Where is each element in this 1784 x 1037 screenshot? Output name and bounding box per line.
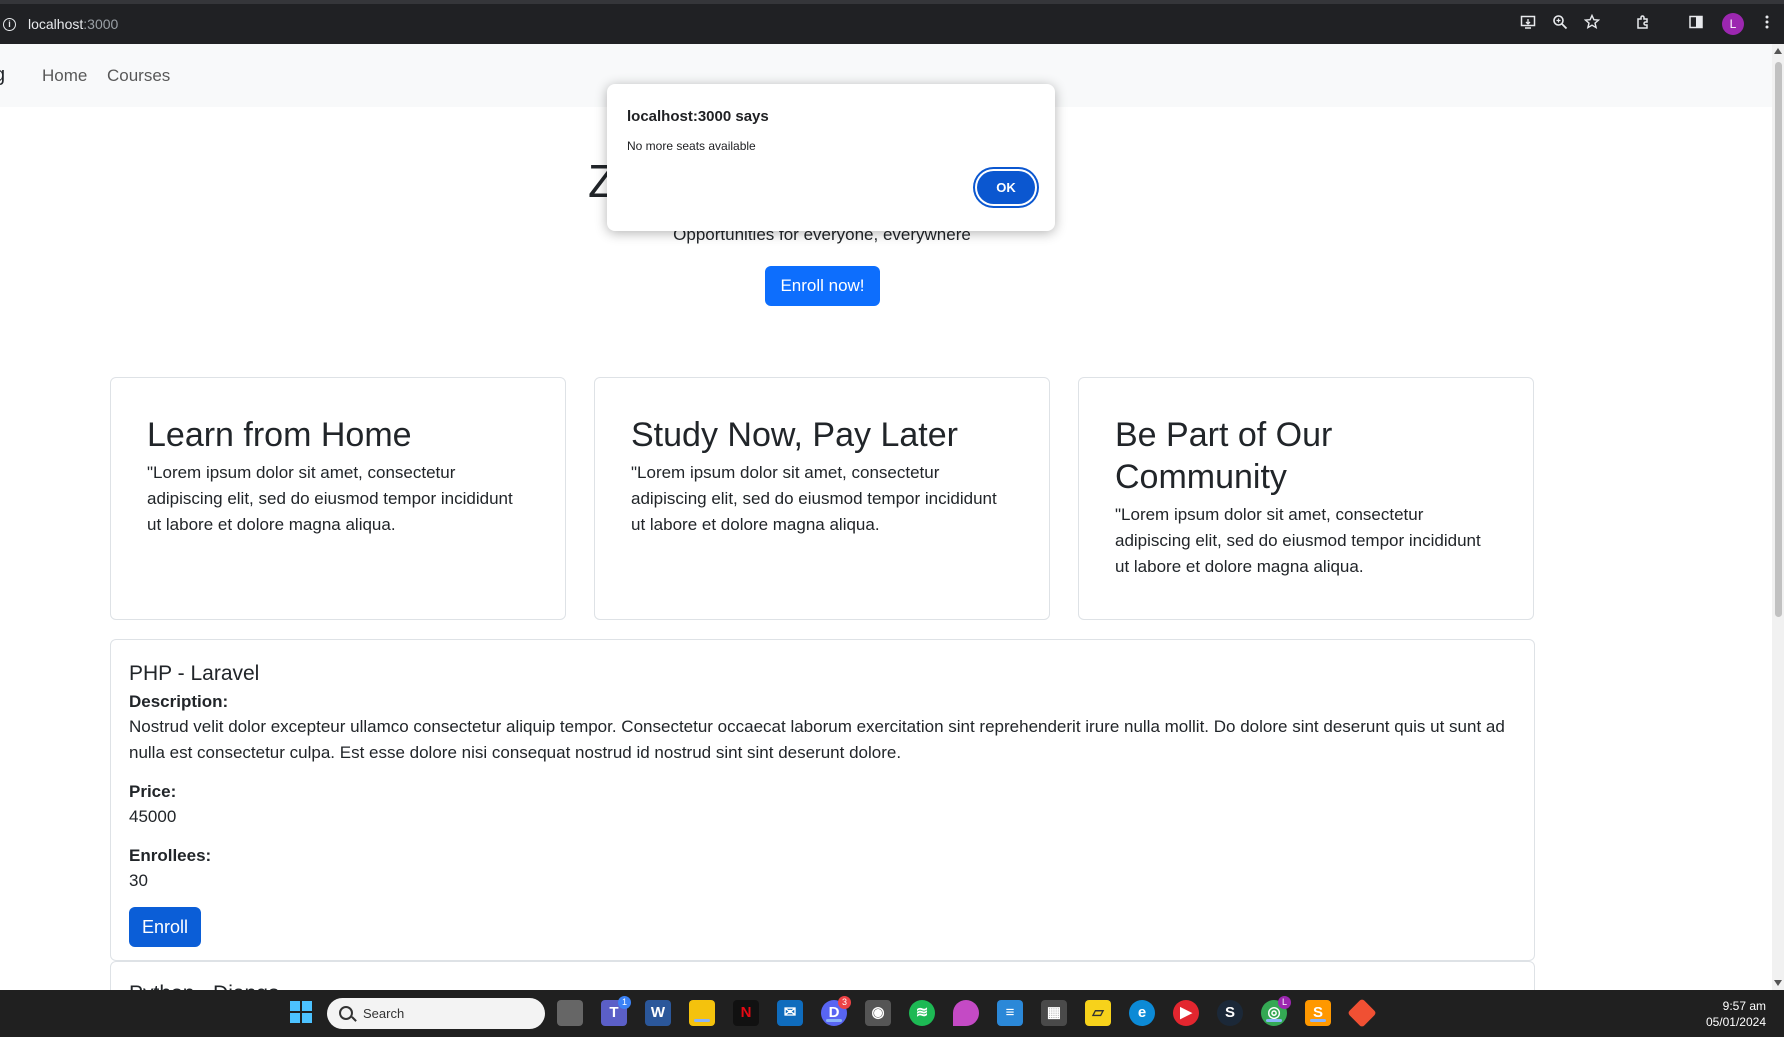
highlight-card: Be Part of Our Community "Lorem ipsum do… xyxy=(1078,377,1534,620)
highlight-card: Study Now, Pay Later "Lorem ipsum dolor … xyxy=(594,377,1050,620)
chrome-profile-badge: L xyxy=(1278,996,1291,1009)
search-placeholder: Search xyxy=(363,1006,405,1021)
notepad-icon[interactable]: ≡ xyxy=(997,1000,1023,1026)
nav-link-home[interactable]: Home xyxy=(42,66,87,86)
highlight-text: "Lorem ipsum dolor sit amet, consectetur… xyxy=(631,463,997,534)
highlight-text: "Lorem ipsum dolor sit amet, consectetur… xyxy=(1115,505,1481,576)
address-bar[interactable]: localhost:3000 xyxy=(28,16,118,32)
dialog-title: localhost:3000 says xyxy=(627,108,769,125)
dialog-message: No more seats available xyxy=(627,139,756,153)
browser-toolbar: i localhost:3000 L xyxy=(0,0,1784,44)
search-icon xyxy=(339,1006,353,1020)
calculator-icon[interactable]: ▦ xyxy=(1041,1000,1067,1026)
chrome-icon[interactable]: ◎ L xyxy=(1261,996,1291,1026)
sticky-notes-icon[interactable]: ▱ xyxy=(1085,1000,1111,1026)
course-card: Python - Django xyxy=(110,961,1535,990)
netflix-icon[interactable]: N xyxy=(733,1000,759,1026)
course-price: 45000 xyxy=(129,807,177,826)
word-icon[interactable]: W xyxy=(645,1000,671,1026)
course-card: PHP - Laravel Description: Nostrud velit… xyxy=(110,639,1535,961)
sublime-text-icon[interactable]: S xyxy=(1305,1000,1331,1026)
discord-icon[interactable]: D3 xyxy=(821,996,851,1026)
file-explorer-icon[interactable] xyxy=(689,1000,715,1026)
taskbar: Search T1 W N ✉ D3 ◉ ≋ ≡ ▦ ▱ e ▶ S ◎ L S … xyxy=(0,990,1784,1037)
price-label: Price: xyxy=(129,782,177,801)
clock-time: 9:57 am xyxy=(1722,999,1766,1013)
profile-avatar[interactable]: L xyxy=(1722,13,1744,35)
page-content: g Home Courses Zuitt Coding Bootcamp Opp… xyxy=(0,44,1772,990)
steam-icon[interactable]: S xyxy=(1217,1000,1243,1026)
teams-badge: 1 xyxy=(618,996,631,1009)
course-description: Nostrud velit dolor excepteur ullamco co… xyxy=(129,717,1505,762)
enroll-button[interactable]: Enroll xyxy=(129,907,202,947)
enroll-now-button[interactable]: Enroll now! xyxy=(765,266,880,306)
highlight-title: Be Part of Our Community xyxy=(1115,416,1333,496)
edge-icon[interactable]: e xyxy=(1129,1000,1155,1026)
zoom-icon[interactable] xyxy=(1550,14,1570,34)
clock-date: 05/01/2024 xyxy=(1705,1015,1766,1029)
url-host: localhost xyxy=(28,16,84,32)
mail-icon[interactable]: ✉ xyxy=(777,1000,803,1026)
vertical-scrollbar[interactable] xyxy=(1772,44,1784,990)
highlight-card: Learn from Home "Lorem ipsum dolor sit a… xyxy=(110,377,566,620)
course-enrollees: 30 xyxy=(129,871,148,890)
extensions-icon[interactable] xyxy=(1633,14,1653,34)
sidepanel-icon[interactable] xyxy=(1686,14,1706,34)
course-title: PHP - Laravel xyxy=(129,662,260,685)
scroll-up-icon[interactable] xyxy=(1774,48,1782,54)
site-info-icon[interactable]: i xyxy=(3,18,16,31)
highlight-text: "Lorem ipsum dolor sit amet, consectetur… xyxy=(147,463,513,534)
cast-icon[interactable] xyxy=(1518,14,1538,34)
taskbar-search[interactable]: Search xyxy=(327,998,545,1029)
enrollees-label: Enrollees: xyxy=(129,846,212,865)
star-icon[interactable] xyxy=(1582,13,1602,34)
system-clock[interactable]: 9:57 am 05/01/2024 xyxy=(1706,998,1766,1030)
spotify-icon[interactable]: ≋ xyxy=(909,1000,935,1026)
menu-icon[interactable] xyxy=(1757,14,1777,34)
teams-icon[interactable]: T1 xyxy=(601,996,631,1026)
discord-badge: 3 xyxy=(838,996,851,1009)
navbar-brand[interactable]: g xyxy=(0,64,5,87)
highlight-title: Learn from Home xyxy=(147,416,412,454)
highlight-title: Study Now, Pay Later xyxy=(631,416,958,454)
media-player-icon[interactable]: ▶ xyxy=(1173,1000,1199,1026)
url-port: :3000 xyxy=(83,16,119,32)
course-title: Python - Django xyxy=(129,982,1516,990)
paint-icon[interactable] xyxy=(953,1000,979,1026)
scroll-down-icon[interactable] xyxy=(1774,980,1782,986)
git-icon[interactable] xyxy=(1347,998,1377,1028)
windows-start-icon[interactable] xyxy=(288,1000,314,1026)
task-view-icon[interactable] xyxy=(557,1000,583,1026)
scrollbar-thumb[interactable] xyxy=(1775,62,1782,617)
camera-icon[interactable]: ◉ xyxy=(865,1000,891,1026)
alert-dialog: localhost:3000 says No more seats availa… xyxy=(607,84,1055,231)
nav-link-courses[interactable]: Courses xyxy=(107,66,170,86)
dialog-ok-button[interactable]: OK xyxy=(977,171,1035,204)
description-label: Description: xyxy=(129,692,229,711)
